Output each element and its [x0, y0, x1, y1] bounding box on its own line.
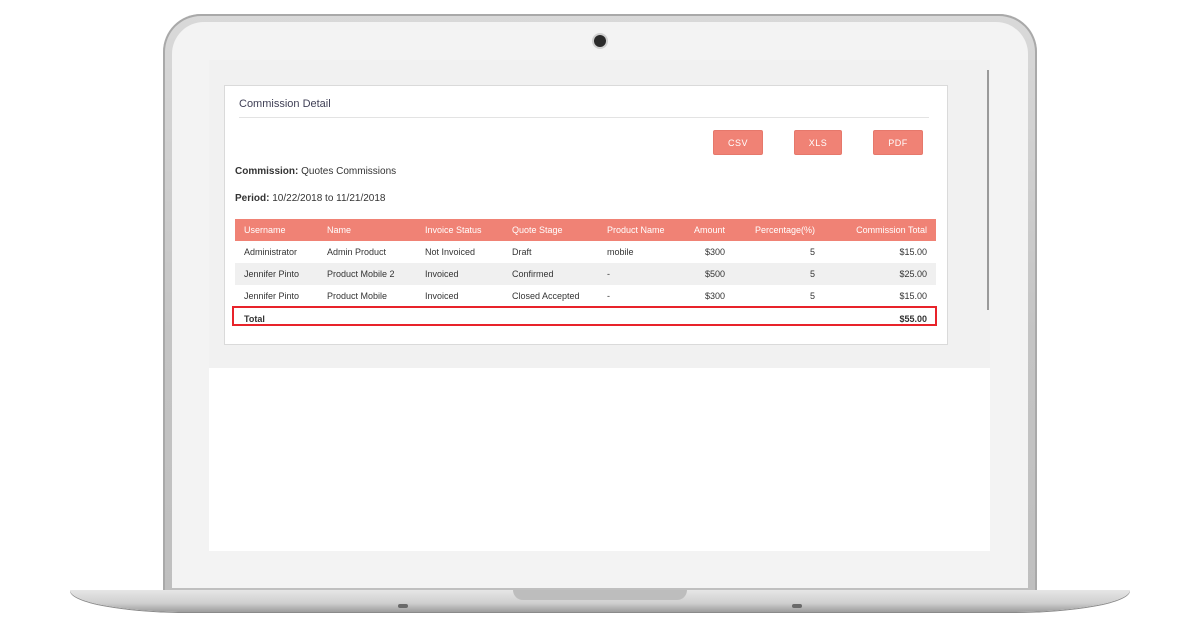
- period-value: 10/22/2018 to 11/21/2018: [272, 193, 386, 204]
- total-label: Total: [235, 307, 318, 330]
- col-quote-stage[interactable]: Quote Stage: [503, 219, 598, 241]
- col-commission-total[interactable]: Commission Total: [824, 219, 936, 241]
- col-product-name[interactable]: Product Name: [598, 219, 680, 241]
- cell-quote-stage: Confirmed: [503, 263, 598, 285]
- cell-commission-total: $25.00: [824, 263, 936, 285]
- cell-quote-stage: Draft: [512, 247, 532, 257]
- table-row: Jennifer Pinto Product Mobile Invoiced C…: [235, 285, 936, 308]
- export-xls-button[interactable]: XLS: [794, 130, 842, 155]
- cell-invoice-status: Not Invoiced: [425, 247, 476, 257]
- cell-commission-total: $15.00: [899, 291, 927, 301]
- cell-product-name: -: [598, 263, 680, 285]
- col-invoice-status[interactable]: Invoice Status: [416, 219, 503, 241]
- cell-product-name: -: [607, 291, 610, 301]
- total-value: $55.00: [824, 307, 936, 330]
- table-row: Administrator Admin Product Not Invoiced…: [235, 241, 936, 263]
- commission-label: Commission:: [235, 166, 299, 177]
- col-username[interactable]: Username: [235, 219, 318, 241]
- cell-username: Jennifer Pinto: [235, 263, 318, 285]
- cell-invoice-status: Invoiced: [425, 291, 459, 301]
- commission-line: Commission: Quotes Commissions: [235, 166, 396, 177]
- total-row: Total $55.00: [235, 307, 936, 330]
- cell-percentage: 5: [734, 263, 824, 285]
- table-header-row: Username Name Invoice Status Quote Stage…: [235, 219, 936, 241]
- commission-value: Quotes Commissions: [301, 166, 397, 177]
- col-percentage[interactable]: Percentage(%): [734, 219, 824, 241]
- period-line: Period: 10/22/2018 to 11/21/2018: [235, 193, 386, 204]
- total-spacer: [318, 307, 416, 330]
- commission-table: Username Name Invoice Status Quote Stage…: [235, 219, 936, 330]
- period-label: Period:: [235, 193, 270, 204]
- cell-percentage: 5: [809, 247, 815, 257]
- cell-name: Admin Product: [327, 247, 387, 257]
- cell-amount: $300: [704, 291, 725, 301]
- commission-detail-panel: Commission Detail CSV XLS PDF Commission…: [224, 85, 948, 345]
- laptop-foot: [398, 604, 408, 608]
- cell-amount: $500: [680, 263, 734, 285]
- cell-commission-total: $15.00: [899, 247, 927, 257]
- cell-name: Product Mobile: [327, 291, 388, 301]
- total-spacer: [598, 307, 680, 330]
- total-spacer: [680, 307, 734, 330]
- cell-invoice-status: Invoiced: [416, 263, 503, 285]
- laptop-screen: Commission Detail CSV XLS PDF Commission…: [209, 60, 990, 551]
- total-spacer: [416, 307, 503, 330]
- scrollbar[interactable]: [987, 70, 989, 310]
- col-amount[interactable]: Amount: [680, 219, 734, 241]
- cell-username: Administrator: [244, 247, 298, 257]
- total-spacer: [503, 307, 598, 330]
- cell-percentage: 5: [809, 291, 815, 301]
- divider: [239, 117, 929, 118]
- export-pdf-button[interactable]: PDF: [873, 130, 923, 155]
- table-row: Jennifer Pinto Product Mobile 2 Invoiced…: [235, 263, 936, 285]
- cell-amount: $300: [704, 247, 725, 257]
- laptop-foot: [792, 604, 802, 608]
- col-name[interactable]: Name: [318, 219, 416, 241]
- cell-product-name: mobile: [607, 247, 634, 257]
- total-spacer: [734, 307, 824, 330]
- cell-quote-stage: Closed Accepted: [512, 291, 580, 301]
- laptop-notch: [513, 590, 687, 600]
- cell-username: Jennifer Pinto: [244, 291, 300, 301]
- webcam: [594, 35, 606, 47]
- panel-title: Commission Detail: [239, 98, 331, 110]
- export-csv-button[interactable]: CSV: [713, 130, 763, 155]
- cell-name: Product Mobile 2: [318, 263, 416, 285]
